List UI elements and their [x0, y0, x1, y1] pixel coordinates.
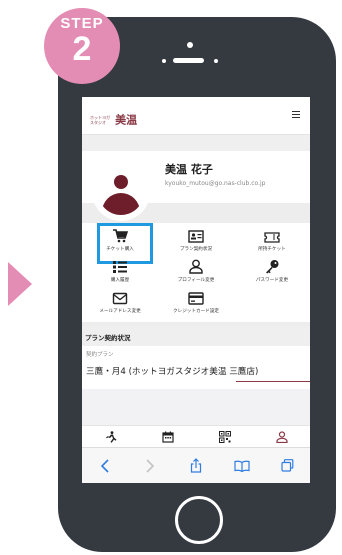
active-tab-indicator — [236, 381, 310, 382]
menu-item-profile-edit[interactable]: プロフィール変更 — [158, 256, 234, 287]
chevron-right-icon — [146, 458, 155, 473]
user-icon — [98, 169, 144, 215]
tab-mypage[interactable] — [253, 426, 310, 447]
id-card-icon — [158, 228, 234, 244]
running-person-icon — [105, 430, 116, 443]
menu-item-credit-card[interactable]: クレジットカード設定 — [158, 287, 234, 318]
home-button[interactable] — [175, 496, 223, 544]
bookmarks-button[interactable] — [219, 448, 265, 483]
profile-name: 美温 花子 — [165, 163, 213, 176]
tab-qr[interactable] — [196, 426, 253, 447]
logo-subtitle: ホットヨガ スタジオ — [90, 114, 110, 125]
plan-section-title: プラン契約状況 — [82, 326, 310, 346]
menu-label: プラン契約状況 — [179, 247, 213, 252]
menu-item-email-change[interactable]: メールアドレス変更 — [82, 287, 158, 318]
menu-label: クレジットカード設定 — [173, 309, 219, 314]
menu-label: メールアドレス変更 — [99, 309, 141, 314]
hamburger-menu-icon[interactable] — [292, 109, 302, 119]
qr-code-icon — [218, 430, 231, 443]
menu-item-owned-tickets[interactable]: 所持チケット — [234, 225, 310, 256]
phone-speaker — [158, 37, 222, 67]
speaker-grille — [173, 58, 204, 63]
menu-item-plan-status[interactable]: プラン契約状況 — [158, 225, 234, 256]
credit-card-icon — [158, 290, 234, 306]
step-number: 2 — [72, 30, 92, 68]
sensor-dot — [214, 59, 218, 63]
brand-logo[interactable]: ホットヨガ スタジオ 美温 — [90, 109, 137, 128]
sensor-dot — [162, 59, 166, 63]
cart-icon — [82, 228, 158, 244]
menu-label: 所持チケット — [258, 247, 286, 252]
tutorial-stage: STEP 2 ホットヨガ スタジオ 美温 美温 花子 kyouko_mutou@… — [0, 0, 342, 555]
calendar-icon — [161, 431, 174, 443]
safari-toolbar — [82, 447, 310, 483]
menu-label: プロフィール変更 — [177, 278, 215, 283]
menu-item-purchase-history[interactable]: 購入履歴 — [82, 256, 158, 287]
menu-item-password-change[interactable]: パスワード変更 — [234, 256, 310, 287]
arrow-right-icon — [8, 262, 32, 306]
account-menu: チケット購入 プラン契約状況 所持チケット 購入履歴 プロフィール変更 パスワー… — [82, 223, 310, 322]
chevron-left-icon — [100, 458, 109, 473]
person-icon — [158, 259, 234, 275]
bottom-tab-bar — [82, 425, 310, 447]
menu-item-ticket-purchase[interactable]: チケット購入 — [82, 223, 158, 264]
key-icon — [234, 259, 310, 275]
share-button[interactable] — [173, 448, 219, 483]
site-header: ホットヨガ スタジオ 美温 — [82, 97, 310, 135]
person-icon — [275, 430, 288, 443]
step-badge: STEP 2 — [44, 8, 120, 84]
plan-value: 三鷹・月4 (ホットヨガスタジオ美温 三鷹店) — [86, 367, 259, 377]
forward-button[interactable] — [128, 448, 174, 483]
plan-label: 契約プラン — [86, 352, 114, 358]
menu-label: 購入履歴 — [110, 278, 130, 283]
menu-label: チケット購入 — [106, 247, 134, 252]
list-icon — [82, 259, 158, 275]
tab-schedule[interactable] — [139, 426, 196, 447]
book-icon — [233, 460, 250, 472]
phone-screen: ホットヨガ スタジオ 美温 美温 花子 kyouko_mutou@go.nas-… — [82, 97, 310, 483]
tabs-icon — [281, 459, 294, 472]
profile-email: kyouko_mutou@go.nas-club.co.jp — [165, 180, 266, 187]
plan-card: 契約プラン 三鷹・月4 (ホットヨガスタジオ美温 三鷹店) — [82, 346, 310, 389]
spacer — [82, 135, 310, 151]
share-icon — [190, 458, 202, 473]
logo-title: 美温 — [115, 113, 138, 127]
ticket-icon — [234, 228, 310, 244]
back-button[interactable] — [82, 448, 128, 483]
mail-icon — [82, 290, 158, 306]
tabs-button[interactable] — [264, 448, 310, 483]
menu-label: パスワード変更 — [255, 278, 289, 283]
profile-card: 美温 花子 kyouko_mutou@go.nas-club.co.jp — [82, 151, 310, 221]
tab-studio[interactable] — [82, 426, 139, 447]
avatar — [92, 163, 150, 221]
camera-icon — [187, 42, 193, 48]
